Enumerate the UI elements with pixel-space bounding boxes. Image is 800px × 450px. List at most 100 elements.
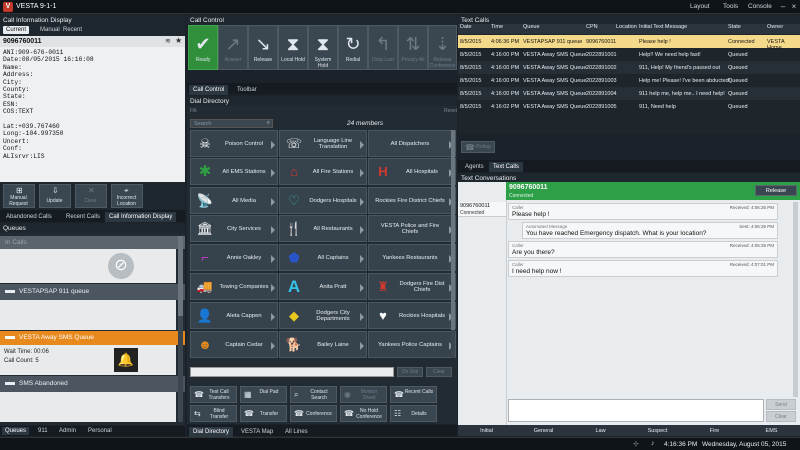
manual-request-button[interactable]: ⊞ Manual Request	[3, 184, 35, 208]
tab-toolbar[interactable]: Toolbar	[233, 85, 261, 95]
dir-rockies-fire-chiefs[interactable]: Rockies Fire District Chiefs	[368, 187, 456, 214]
dir-vesta-police-fire[interactable]: VESTA Police and Fire Chiefs	[368, 215, 456, 242]
ready-button[interactable]: ✔ Ready	[188, 25, 218, 70]
dir-bailey-laine[interactable]: 🐕 Bailey Laine	[279, 331, 367, 358]
speaker-icon[interactable]: ♪	[651, 440, 655, 447]
tab-all-lines[interactable]: All Lines	[281, 427, 312, 437]
privacy-all-button[interactable]: ⇅ Privacy All	[398, 25, 428, 70]
tab-call-information-display[interactable]: Call Information Display	[105, 212, 177, 222]
dir-language-line[interactable]: ☏ Language Line Translation	[279, 130, 367, 157]
menu-layout[interactable]: Layout	[690, 3, 710, 10]
system-hold-button[interactable]: ⧗ System Hold	[308, 25, 338, 70]
tab-current[interactable]: Current	[3, 26, 30, 34]
blind-transfer-button[interactable]: ⇆ Blind Transfer	[190, 405, 237, 422]
quick-tab-fire[interactable]: Fire	[686, 426, 743, 436]
dir-rockies-hospitals[interactable]: ♥ Rockies Hospitals	[368, 302, 456, 329]
dial-number-input[interactable]	[190, 367, 394, 377]
dir-all-dispatchers[interactable]: All Dispatchers	[368, 130, 456, 157]
directory-search-input[interactable]: Search ⌕	[190, 119, 273, 128]
table-row[interactable]: 8/5/2015 4:16:02 PM VESTA Away SMS Queue 20…	[458, 100, 800, 113]
transfer-button[interactable]: ☎ Transfer	[240, 405, 287, 422]
col-location[interactable]: Location	[616, 24, 637, 30]
queue-vestapsap-911[interactable]: ▬ VESTAPSAP 911 queue	[0, 284, 185, 300]
dir-all-media[interactable]: 📡 All Media	[190, 187, 278, 214]
quick-tab-ems[interactable]: EMS	[743, 426, 800, 436]
details-button[interactable]: ☷ Details	[390, 405, 437, 422]
dial-pad-button[interactable]: ▦ Dial Pad	[240, 386, 287, 403]
dir-all-restaurants[interactable]: 🍴 All Restaurants	[279, 215, 367, 242]
redial-button[interactable]: ↻ Redial	[338, 25, 368, 70]
dir-annie-oakley[interactable]: ⌐ Annie Oakley	[190, 244, 278, 271]
quick-tab-suspect[interactable]: Suspect	[629, 426, 686, 436]
col-queue[interactable]: Queue	[523, 24, 540, 30]
tab-recent[interactable]: Recent	[60, 26, 85, 34]
recent-calls-button[interactable]: ☎ Recent Calls	[390, 386, 437, 403]
pickup-button[interactable]: ☎ Pickup	[461, 141, 495, 153]
release-text-button[interactable]: Release	[755, 185, 797, 196]
menu-tools[interactable]: Tools	[723, 3, 738, 10]
reset-link[interactable]: Reset	[444, 108, 457, 114]
dir-yankees-restaurants[interactable]: Yankees Restaurants	[368, 244, 456, 271]
table-row[interactable]: 8/5/2015 4:16:00 PM VESTA Away SMS Queue 20…	[458, 61, 800, 74]
tab-vesta-map[interactable]: VESTA Map	[237, 427, 277, 437]
tab-queues[interactable]: Queues	[2, 427, 30, 435]
col-initial-text[interactable]: Initial Text Message	[639, 24, 687, 30]
table-row[interactable]: 8/5/2015 4:16:00 PM VESTA Away SMS Queue 20…	[458, 87, 800, 100]
tab-personal[interactable]: Personal	[85, 427, 115, 435]
send-button[interactable]: Send	[766, 399, 796, 410]
local-hold-button[interactable]: ⧗ Local Hold	[278, 25, 308, 70]
release-button[interactable]: ↘ Release	[248, 25, 278, 70]
dial-clear-button[interactable]: Clear	[426, 367, 452, 377]
release-conference-button[interactable]: ⇣ Release Conference	[428, 25, 457, 70]
tab-agents[interactable]: Agents	[461, 162, 488, 172]
conference-button[interactable]: ☎ Conference	[290, 405, 337, 422]
tab-text-calls[interactable]: Text Calls	[489, 162, 524, 172]
tab-911[interactable]: 911	[35, 427, 51, 435]
quick-tab-law[interactable]: Law	[572, 426, 629, 436]
tab-dial-directory[interactable]: Dial Directory	[189, 427, 234, 437]
alert-bell-icon[interactable]: 🔔	[114, 348, 138, 372]
tab-admin[interactable]: Admin	[56, 427, 79, 435]
queue-sms-abandoned[interactable]: ▬ SMS Abandoned	[0, 376, 185, 392]
queue-vesta-away-sms[interactable]: ▬ VESTA Away SMS Queue	[0, 331, 185, 345]
on-dial-button[interactable]: On Dial	[397, 367, 423, 377]
conversation-scrollbar[interactable]	[793, 202, 798, 397]
compose-clear-button[interactable]: Clear	[766, 411, 796, 422]
drop-last-button[interactable]: ↰ Drop Last	[368, 25, 398, 70]
no-hold-conference-button[interactable]: ☎ No Hold Conference	[340, 405, 387, 422]
dir-all-hospitals[interactable]: H All Hospitals	[368, 158, 456, 185]
col-date[interactable]: Date	[460, 24, 472, 30]
tab-abandoned-calls[interactable]: Abandoned Calls	[2, 212, 56, 222]
test-call-transfers-button[interactable]: ☎ Test Call Transfers	[190, 386, 237, 403]
dir-all-captains[interactable]: ⬟ All Captains	[279, 244, 367, 271]
close-icon[interactable]: ×	[789, 2, 799, 12]
quick-tab-general[interactable]: General	[515, 426, 572, 436]
dir-captain-cedar[interactable]: ☻ Captain Cedar	[190, 331, 278, 358]
dir-city-services[interactable]: 🏛 City Services	[190, 215, 278, 242]
answer-button[interactable]: ↗ Answer	[218, 25, 248, 70]
incorrect-location-button[interactable]: ⌖ Incorrect Location	[111, 184, 143, 208]
table-row[interactable]: 8/5/2015 4:16:00 PM VESTA Away SMS Queue 20…	[458, 74, 800, 87]
directory-scrollbar[interactable]	[451, 130, 455, 358]
monitor-sheet-button[interactable]: ◉ Monitor Sheet	[340, 386, 387, 403]
dir-poison-control[interactable]: ☠ Poison Control	[190, 130, 278, 157]
queues-scrollbar[interactable]	[178, 236, 183, 422]
tab-call-control[interactable]: Call Control	[189, 85, 229, 95]
dir-all-ems[interactable]: ✱ All EMS Stations	[190, 158, 278, 185]
table-row[interactable]: 8/5/2015 4:16:00 PM VESTA Away SMS Queue 20…	[458, 48, 800, 61]
col-cpn[interactable]: CPN	[586, 24, 598, 30]
tab-manual[interactable]: Manual	[37, 26, 63, 34]
conversation-list-item[interactable]: 9096760011 Connected	[458, 202, 506, 217]
star-icon[interactable]: ★	[175, 36, 182, 45]
queue-in-calls[interactable]: In Calls	[0, 236, 185, 249]
dir-anita-pratt[interactable]: A Anita Pratt	[279, 273, 367, 300]
dir-aleta-cappen[interactable]: 👤 Aleta Cappen	[190, 302, 278, 329]
dir-towing-companies[interactable]: 🚚 Towing Companies	[190, 273, 278, 300]
minimize-icon[interactable]: –	[778, 2, 788, 12]
table-row[interactable]: 8/5/2015 4:06:36 PM VESTAPSAP 911 queue 909…	[458, 35, 800, 51]
tab-recent-calls[interactable]: Recent Calls	[62, 212, 104, 222]
dir-dodgers-hospitals[interactable]: ♡ Dodgers Hospitals	[279, 187, 367, 214]
dir-all-fire[interactable]: ⌂ All Fire Stations	[279, 158, 367, 185]
update-button[interactable]: ⇩ Update	[39, 184, 71, 208]
col-state[interactable]: State	[728, 24, 741, 30]
